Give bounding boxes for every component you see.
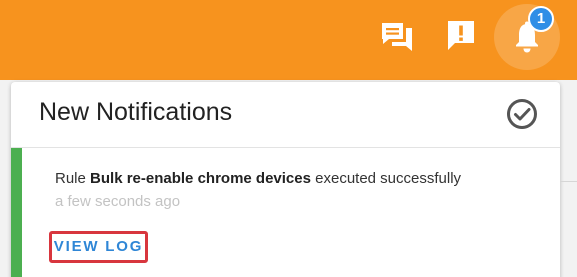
feedback-icon [448, 21, 474, 50]
feedback-button[interactable] [440, 16, 482, 56]
notification-count-badge: 1 [528, 6, 554, 32]
top-app-bar: 1 [0, 0, 577, 80]
mark-all-read-button[interactable] [505, 97, 539, 131]
status-stripe [11, 148, 22, 277]
check-circle-icon [507, 99, 537, 129]
view-log-button[interactable]: VIEW LOG [49, 231, 148, 263]
notification-item: Rule Bulk re-enable chrome devices execu… [11, 148, 560, 277]
chat-icon [382, 23, 412, 51]
message-prefix: Rule [55, 170, 91, 187]
divider [560, 181, 577, 182]
rule-name: Bulk re-enable chrome devices [90, 170, 311, 187]
chat-button[interactable] [376, 18, 418, 56]
notification-timestamp: a few seconds ago [55, 193, 181, 210]
panel-header: New Notifications [11, 82, 560, 148]
notifications-button[interactable]: 1 [494, 4, 560, 70]
app-page: 1 New Notifications Rule Bulk re-enable … [0, 0, 577, 277]
notification-message: Rule Bulk re-enable chrome devices execu… [55, 170, 461, 187]
message-suffix: executed successfully [310, 170, 462, 187]
panel-title: New Notifications [39, 98, 233, 126]
notifications-panel: New Notifications Rule Bulk re-enable ch… [11, 82, 560, 277]
